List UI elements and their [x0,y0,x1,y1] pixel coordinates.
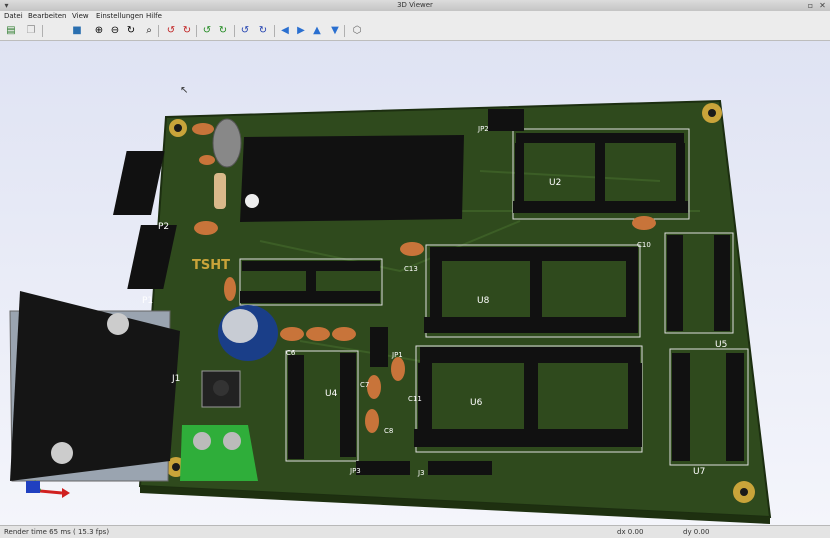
label-j1: J1 [171,374,180,384]
label-c6: C6 [286,349,296,357]
logo-tsht: TSHT [192,258,230,273]
3d-viewport[interactable]: P2 P1 J1 U2 U8 U4 U6 U5 U7 JP2 JP1 JP3 J… [0,41,830,525]
menu-bearbeiten[interactable]: Bearbeiten [28,11,66,22]
rotate-y-neg-icon[interactable]: ↻ [216,24,230,38]
label-u4: U4 [325,389,338,399]
maximize-icon[interactable]: ▫ [806,1,815,10]
label-u5: U5 [715,340,727,350]
label-p2: P2 [158,222,169,232]
pcb-render: P2 P1 J1 U2 U8 U4 U6 U5 U7 JP2 JP1 JP3 J… [9,99,772,524]
menu-hilfe[interactable]: Hilfe [146,11,162,22]
copy-icon[interactable]: ❐ [24,24,38,38]
zoom-out-icon[interactable]: ⊖ [108,24,122,38]
move-down-icon[interactable]: ▼ [328,24,342,38]
label-u8: U8 [477,296,490,306]
electrolytic-capacitor [218,305,278,361]
export-icon[interactable]: ▤ [4,24,18,38]
label-u7: U7 [693,467,705,477]
terminal-block [180,425,258,481]
label-c11: C11 [408,395,422,403]
label-c8: C8 [384,427,393,435]
status-bar: Render time 65 ms ( 15.3 fps) dx 0.00 dy… [0,525,830,538]
label-c7: C7 [360,381,369,389]
label-u6: U6 [470,398,483,408]
label-u2: U2 [549,178,561,188]
zoom-fit-icon[interactable]: ⌕ [142,24,156,38]
resistor [214,173,226,209]
label-jp3: JP3 [349,467,361,475]
window-title: 3D Viewer [397,1,433,9]
label-jp2: JP2 [477,125,489,133]
dx-readout: dx 0.00 [617,528,644,536]
label-jp1: JP1 [391,351,403,359]
close-icon[interactable]: ✕ [818,1,827,10]
ortho-icon[interactable]: ⬡ [350,24,364,38]
rotate-y-pos-icon[interactable]: ↺ [200,24,214,38]
dy-readout: dy 0.00 [683,528,710,536]
menu-einstellungen[interactable]: Einstellungen [96,11,143,22]
move-right-icon[interactable]: ▶ [294,24,308,38]
zoom-in-icon[interactable]: ⊕ [92,24,106,38]
db9-connector [9,291,180,482]
label-p1: P1 [142,296,153,306]
menu-datei[interactable]: Datei [4,11,23,22]
move-left-icon[interactable]: ◀ [278,24,292,38]
menu-view[interactable]: View [72,11,89,22]
box-3d-icon[interactable]: ■ [70,24,84,38]
rotate-z-neg-icon[interactable]: ↻ [256,24,270,38]
redraw-icon[interactable]: ↻ [124,24,138,38]
move-up-icon[interactable]: ▲ [310,24,324,38]
label-c13: C13 [404,265,418,273]
label-c10: C10 [637,241,651,249]
microcontroller-chip [240,135,464,222]
label-j3: J3 [417,469,425,477]
mouse-cursor-icon: ↖ [180,85,189,96]
rotate-z-pos-icon[interactable]: ↺ [238,24,252,38]
crystal [212,118,242,168]
menu-bar: Datei Bearbeiten View Einstellungen Hilf… [0,11,830,22]
rotate-x-pos-icon[interactable]: ↺ [164,24,178,38]
axis-gizmo [26,480,70,498]
render-time: Render time 65 ms ( 15.3 fps) [4,528,110,536]
toolbar: ▤ ❐ ■ ⊕ ⊖ ↻ ⌕ ↺ ↻ ↺ ↻ ↺ ↻ ◀ ▶ ▲ ▼ ⬡ [0,22,830,41]
rotate-x-neg-icon[interactable]: ↻ [180,24,194,38]
